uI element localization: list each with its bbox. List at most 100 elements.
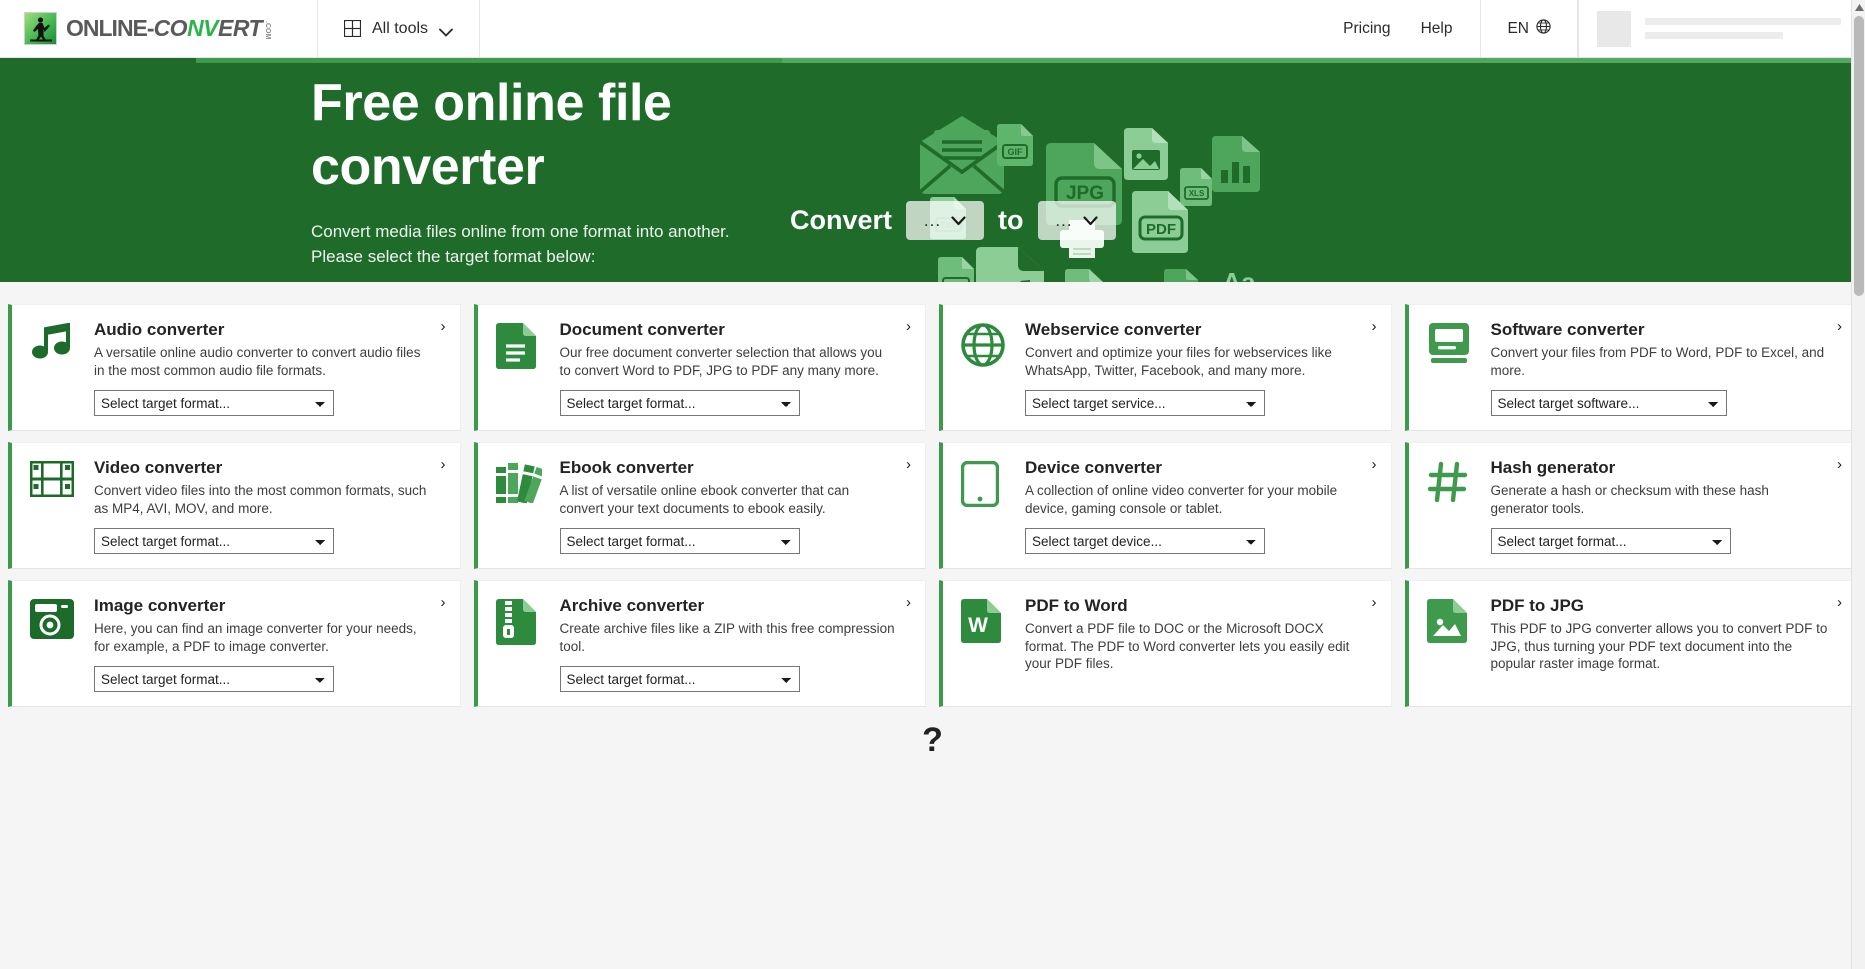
chevron-right-icon[interactable]: › [906, 457, 911, 472]
chevron-right-icon[interactable]: › [441, 319, 446, 334]
scrollbar-thumb[interactable] [1854, 16, 1864, 296]
chevron-right-icon[interactable]: › [1372, 457, 1377, 472]
globe-icon [1536, 19, 1551, 39]
select-target-service[interactable]: Select target service... [1025, 390, 1265, 416]
card-description: Convert video files into the most common… [94, 482, 432, 517]
chevron-right-icon[interactable]: › [441, 595, 446, 610]
top-navigation-bar: ONLINE-CONVERT .COM All tools Pricing He… [0, 0, 1865, 58]
card-body: Webservice converter Convert and optimiz… [1025, 319, 1375, 416]
chevron-right-icon[interactable]: › [1372, 595, 1377, 610]
card-webservice-converter[interactable]: Webservice converter Convert and optimiz… [939, 304, 1392, 431]
select-target-format[interactable]: Select target format... [560, 666, 800, 692]
placeholder-thumbnail [1597, 11, 1631, 47]
all-tools-menu[interactable]: All tools [318, 0, 480, 57]
select-target-format[interactable]: Select target format... [560, 390, 800, 416]
scroll-up-arrow-icon[interactable] [1852, 0, 1865, 14]
hero-banner: GIF JPG TXT XLS [0, 58, 1865, 282]
select-target-format[interactable]: Select target format... [94, 528, 334, 554]
card-hash-generator[interactable]: Hash generator Generate a hash or checks… [1405, 442, 1858, 569]
chevron-right-icon[interactable]: › [1837, 319, 1842, 334]
card-title: Hash generator [1491, 457, 1829, 478]
brand-word-3: NV [187, 15, 218, 42]
chevron-right-icon[interactable]: › [441, 457, 446, 472]
select-target-software[interactable]: Select target software... [1491, 390, 1727, 416]
card-title: Audio converter [94, 319, 432, 340]
card-ebook-converter[interactable]: Ebook converter A list of versatile onli… [474, 442, 927, 569]
chevron-right-icon[interactable]: › [1837, 457, 1842, 472]
card-description: Our free document converter selection th… [560, 344, 898, 379]
card-title: Webservice converter [1025, 319, 1363, 340]
card-body: PDF to JPG This PDF to JPG converter all… [1491, 595, 1841, 692]
card-title: Ebook converter [560, 457, 898, 478]
hash-icon [1427, 457, 1475, 554]
card-image-converter[interactable]: Image converter Here, you can find an im… [8, 580, 461, 707]
card-body: Video converter Convert video files into… [94, 457, 444, 554]
nav-link-help[interactable]: Help [1421, 20, 1453, 38]
converter-card-grid: Audio converter A versatile online audio… [8, 304, 1857, 707]
page-scrollbar[interactable] [1851, 0, 1865, 969]
brand-logo-link[interactable]: ONLINE-CONVERT .COM [0, 0, 318, 57]
card-description: Create archive files like a ZIP with thi… [560, 620, 898, 655]
card-body: Archive converter Create archive files l… [560, 595, 910, 692]
source-format-dropdown[interactable]: ... [906, 201, 984, 240]
chevron-down-icon [1083, 216, 1098, 226]
card-description: Convert and optimize your files for webs… [1025, 344, 1363, 379]
select-target-device[interactable]: Select target device... [1025, 528, 1265, 554]
document-icon [496, 319, 544, 416]
card-description: Convert your files from PDF to Word, PDF… [1491, 344, 1829, 379]
chevron-right-icon[interactable]: › [1372, 319, 1377, 334]
language-selector[interactable]: EN [1481, 0, 1577, 57]
music-note-icon [30, 319, 78, 416]
all-tools-label: All tools [372, 20, 428, 38]
card-description: A collection of online video converter f… [1025, 482, 1363, 517]
word-file-icon: W [961, 595, 1009, 692]
target-format-value: ... [1055, 218, 1072, 224]
select-target-format[interactable]: Select target format... [560, 528, 800, 554]
chevron-right-icon[interactable]: › [906, 595, 911, 610]
grid-icon [344, 20, 361, 37]
card-description: This PDF to JPG converter allows you to … [1491, 620, 1829, 673]
tablet-icon [961, 457, 1009, 554]
select-target-format[interactable]: Select target format... [94, 666, 334, 692]
globe-icon [961, 319, 1009, 416]
card-body: Software converter Convert your files fr… [1491, 319, 1841, 416]
select-target-format[interactable]: Select target format... [1491, 528, 1731, 554]
source-format-value: ... [924, 218, 941, 224]
card-description: Generate a hash or checksum with these h… [1491, 482, 1829, 517]
card-body: Document converter Our free document con… [560, 319, 910, 416]
convert-label: Convert [790, 205, 892, 236]
zip-file-icon [496, 595, 544, 692]
hero-text-block: Free online file converter Convert media… [311, 71, 781, 269]
card-description: Convert a PDF file to DOC or the Microso… [1025, 620, 1363, 673]
image-file-icon [1427, 595, 1475, 692]
chevron-down-icon [951, 216, 966, 226]
chevron-right-icon[interactable]: › [1837, 595, 1842, 610]
nav-links: Pricing Help [1315, 0, 1480, 57]
placeholder-line-2 [1645, 32, 1783, 39]
card-pdf-to-jpg[interactable]: PDF to JPG This PDF to JPG converter all… [1405, 580, 1858, 707]
film-strip-icon [30, 457, 78, 554]
card-pdf-to-word[interactable]: W PDF to Word Convert a PDF file to DOC … [939, 580, 1392, 707]
card-title: Archive converter [560, 595, 898, 616]
target-format-dropdown[interactable]: ... [1038, 201, 1116, 240]
card-description: Here, you can find an image converter fo… [94, 620, 432, 655]
card-title: PDF to Word [1025, 595, 1363, 616]
monitor-icon [1427, 319, 1475, 416]
convert-widget: Convert ... to ... [790, 201, 1116, 240]
chevron-right-icon[interactable]: › [906, 319, 911, 334]
card-audio-converter[interactable]: Audio converter A versatile online audio… [8, 304, 461, 431]
card-description: A list of versatile online ebook convert… [560, 482, 898, 517]
card-software-converter[interactable]: Software converter Convert your files fr… [1405, 304, 1858, 431]
brand-word-4: ERT [218, 15, 262, 42]
select-target-format[interactable]: Select target format... [94, 390, 334, 416]
hero-subtitle: Convert media files online from one form… [311, 219, 781, 269]
brand-tld: .COM [264, 21, 271, 39]
card-device-converter[interactable]: Device converter A collection of online … [939, 442, 1392, 569]
placeholder-text-lines [1645, 18, 1841, 39]
nav-spacer [480, 0, 1315, 57]
nav-link-pricing[interactable]: Pricing [1343, 20, 1390, 38]
card-description: A versatile online audio converter to co… [94, 344, 432, 379]
card-archive-converter[interactable]: Archive converter Create archive files l… [474, 580, 927, 707]
card-document-converter[interactable]: Document converter Our free document con… [474, 304, 927, 431]
card-video-converter[interactable]: Video converter Convert video files into… [8, 442, 461, 569]
